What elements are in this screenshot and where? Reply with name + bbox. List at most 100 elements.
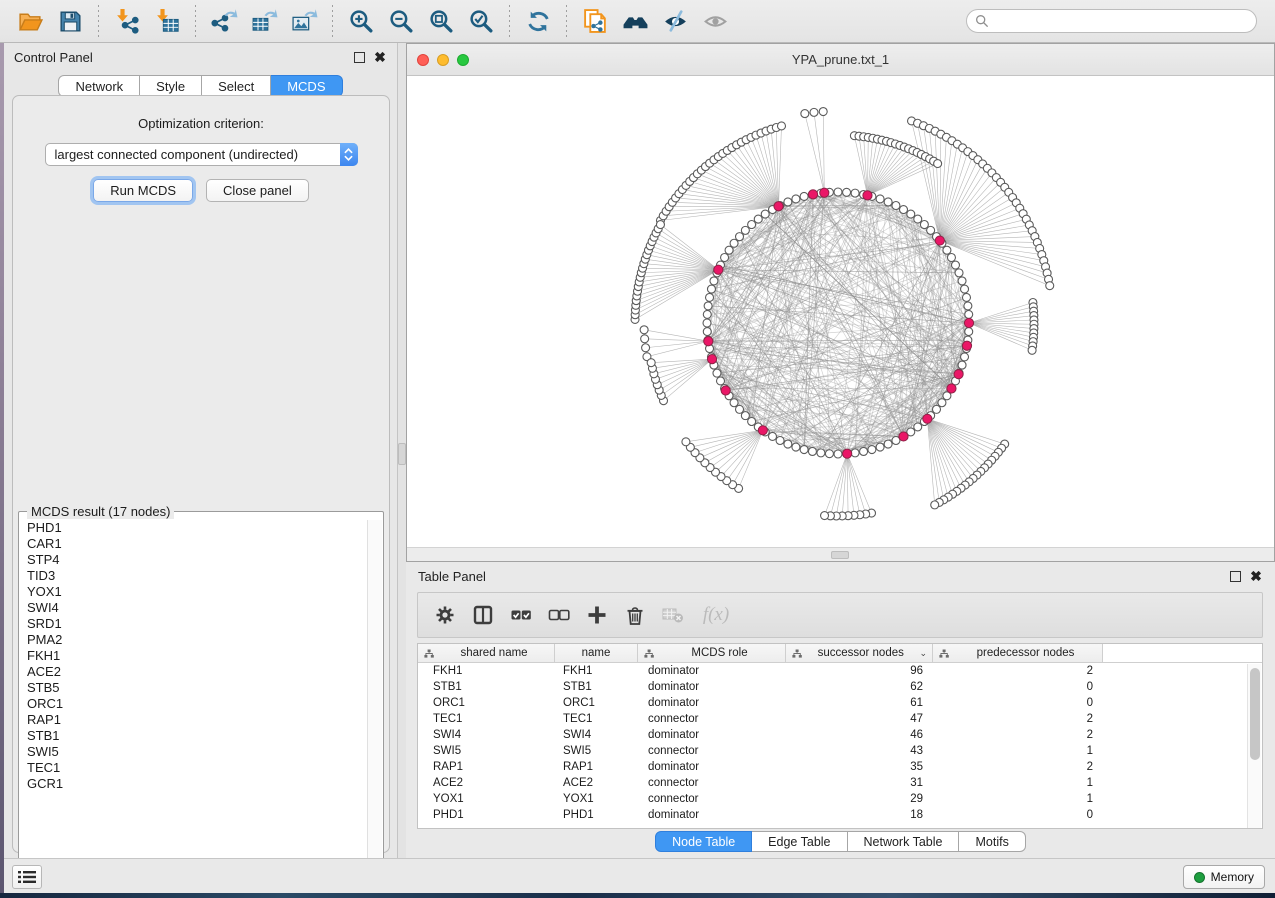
column-header-predecessor-nodes[interactable]: predecessor nodes: [933, 644, 1103, 662]
mcds-node-item[interactable]: ACE2: [20, 664, 368, 680]
mcds-node-item[interactable]: STP4: [20, 552, 368, 568]
mcds-node-item[interactable]: YOX1: [20, 584, 368, 600]
table-row[interactable]: TEC1TEC1connector472: [418, 711, 1262, 727]
table-cell: 31: [786, 775, 933, 791]
mcds-node-item[interactable]: SWI5: [20, 744, 368, 760]
table-scrollbar[interactable]: [1247, 664, 1261, 828]
mcds-node-item[interactable]: PMA2: [20, 632, 368, 648]
memory-label: Memory: [1211, 870, 1254, 884]
function-builder-button: f(x): [696, 600, 736, 630]
toolbar-separator: [195, 5, 196, 37]
network-canvas[interactable]: [407, 76, 1274, 547]
import-table-icon: [154, 8, 181, 35]
table-cell: 18: [786, 807, 933, 823]
zoom-in-button[interactable]: [344, 4, 378, 38]
export-network-button[interactable]: [207, 4, 241, 38]
table-cell: connector: [638, 775, 786, 791]
float-panel-icon[interactable]: [354, 52, 365, 63]
splitter-grip[interactable]: [831, 551, 849, 559]
splitter-grip[interactable]: [398, 443, 406, 465]
mcds-node-item[interactable]: ORC1: [20, 696, 368, 712]
close-panel-icon[interactable]: ✖: [1249, 569, 1263, 583]
select-all-button[interactable]: [506, 600, 536, 630]
share-document-button[interactable]: [578, 4, 612, 38]
table-row[interactable]: PHD1PHD1dominator180: [418, 807, 1262, 823]
table-cell: SWI4: [555, 727, 638, 743]
hide-graphics-details-button[interactable]: [658, 4, 692, 38]
mcds-node-item[interactable]: STB1: [20, 728, 368, 744]
table-cell: SWI5: [555, 743, 638, 759]
table-row[interactable]: YOX1YOX1connector291: [418, 791, 1262, 807]
column-header-MCDS-role[interactable]: MCDS role: [638, 644, 786, 662]
table-row[interactable]: ACE2ACE2connector311: [418, 775, 1262, 791]
run-mcds-button[interactable]: Run MCDS: [93, 179, 193, 202]
mcds-node-item[interactable]: RAP1: [20, 712, 368, 728]
save-session-button[interactable]: [53, 4, 87, 38]
zoom-selected-button[interactable]: [464, 4, 498, 38]
table-settings-button[interactable]: [430, 600, 460, 630]
float-panel-icon[interactable]: [1230, 571, 1241, 582]
tab-select[interactable]: Select: [202, 75, 271, 97]
column-header-successor-nodes[interactable]: successor nodes⌄: [786, 644, 933, 662]
table-cell: STB1: [555, 679, 638, 695]
export-table-button[interactable]: [247, 4, 281, 38]
find-button[interactable]: [618, 4, 652, 38]
column-header-shared-name[interactable]: shared name: [418, 644, 555, 662]
table-cell: STB1: [418, 679, 555, 695]
tab-node-table[interactable]: Node Table: [655, 831, 752, 852]
search-input[interactable]: [966, 9, 1257, 33]
export-image-button[interactable]: [287, 4, 321, 38]
table-row[interactable]: SWI4SWI4dominator462: [418, 727, 1262, 743]
mcds-node-item[interactable]: TEC1: [20, 760, 368, 776]
vertical-splitter[interactable]: [398, 43, 406, 858]
table-row[interactable]: SWI5SWI5connector431: [418, 743, 1262, 759]
mcds-node-item[interactable]: SRD1: [20, 616, 368, 632]
deselect-all-button[interactable]: [544, 600, 574, 630]
scrollbar-thumb[interactable]: [1250, 668, 1260, 760]
zoom-out-button[interactable]: [384, 4, 418, 38]
show-columns-button[interactable]: [468, 600, 498, 630]
create-column-button[interactable]: [582, 600, 612, 630]
mcds-node-item[interactable]: SWI4: [20, 600, 368, 616]
tab-motifs[interactable]: Motifs: [959, 831, 1025, 852]
tab-network-table[interactable]: Network Table: [848, 831, 960, 852]
column-header-name[interactable]: name: [555, 644, 638, 662]
close-panel-button[interactable]: Close panel: [206, 179, 309, 202]
status-bar: Memory: [4, 858, 1275, 893]
mcds-node-item[interactable]: STB5: [20, 680, 368, 696]
tab-mcds[interactable]: MCDS: [271, 75, 342, 97]
table-cell: FKH1: [418, 663, 555, 679]
delete-column-button[interactable]: [620, 600, 650, 630]
table-cell: SWI4: [418, 727, 555, 743]
table-row[interactable]: RAP1RAP1dominator352: [418, 759, 1262, 775]
import-table-button[interactable]: [150, 4, 184, 38]
table-row[interactable]: ORC1ORC1dominator610: [418, 695, 1262, 711]
table-cell: dominator: [638, 759, 786, 775]
mcds-result-list[interactable]: PHD1CAR1STP4TID3YOX1SWI4SRD1PMA2FKH1ACE2…: [20, 520, 368, 880]
mcds-node-item[interactable]: GCR1: [20, 776, 368, 792]
search-icon: [975, 14, 989, 28]
control-panel: Control Panel ✖ NetworkStyleSelectMCDS O…: [4, 43, 398, 858]
memory-button[interactable]: Memory: [1183, 865, 1265, 889]
mcds-node-item[interactable]: CAR1: [20, 536, 368, 552]
table-row[interactable]: STB1STB1dominator620: [418, 679, 1262, 695]
tab-edge-table[interactable]: Edge Table: [752, 831, 847, 852]
show-panel-list-button[interactable]: [12, 865, 42, 889]
close-panel-icon[interactable]: ✖: [373, 50, 387, 64]
tab-style[interactable]: Style: [140, 75, 202, 97]
open-session-button[interactable]: [13, 4, 47, 38]
mcds-result-title: MCDS result (17 nodes): [27, 504, 174, 519]
zoom-fit-button[interactable]: [424, 4, 458, 38]
criterion-select[interactable]: largest connected component (undirected): [45, 143, 358, 166]
toolbar-separator: [332, 5, 333, 37]
mcds-node-item[interactable]: FKH1: [20, 648, 368, 664]
table-row[interactable]: FKH1FKH1dominator962: [418, 663, 1262, 679]
mcds-result-scrollbar[interactable]: [367, 520, 382, 880]
mcds-node-item[interactable]: TID3: [20, 568, 368, 584]
network-window-titlebar[interactable]: YPA_prune.txt_1: [407, 44, 1274, 76]
refresh-button[interactable]: [521, 4, 555, 38]
horizontal-splitter[interactable]: [407, 547, 1274, 561]
tab-network[interactable]: Network: [58, 75, 140, 97]
import-network-button[interactable]: [110, 4, 144, 38]
mcds-node-item[interactable]: PHD1: [20, 520, 368, 536]
